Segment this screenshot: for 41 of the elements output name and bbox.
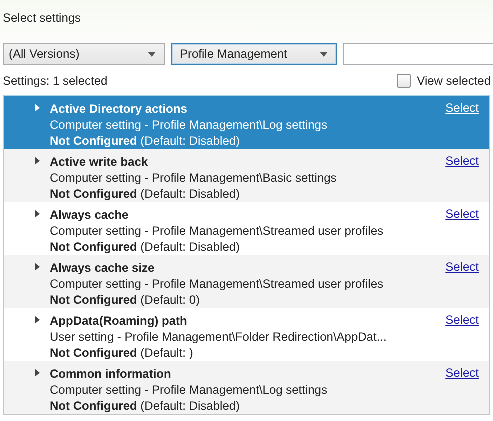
setting-name: Always cache size <box>50 260 156 276</box>
caret-icon <box>320 52 328 56</box>
setting-name: Active Directory actions <box>50 101 188 117</box>
setting-state: Not Configured (Default: Disabled) <box>50 133 242 149</box>
setting-path: Computer setting - Profile Management\Streamed user profiles <box>50 276 384 292</box>
setting-state: Not Configured (Default: Disabled) <box>50 398 242 414</box>
expand-icon[interactable] <box>35 263 40 271</box>
setting-state: Not Configured (Default: 0) <box>50 292 202 308</box>
select-link[interactable]: Select <box>446 260 479 274</box>
view-selected-checkbox[interactable]: View selected <box>397 74 491 88</box>
setting-path: Computer setting - Profile Management\Log settings <box>50 117 328 133</box>
version-dropdown[interactable]: (All Versions) <box>3 43 165 65</box>
setting-path: Computer setting - Profile Management\Log settings <box>50 382 328 398</box>
setting-name: AppData(Roaming) path <box>50 313 188 329</box>
settings-count: Settings: 1 selected <box>3 74 108 88</box>
setting-state: Not Configured (Default: Disabled) <box>50 186 242 202</box>
caret-icon <box>148 52 156 56</box>
select-link[interactable]: Select <box>446 207 479 221</box>
setting-name: Active write back <box>50 154 150 170</box>
expand-icon[interactable] <box>35 210 40 218</box>
setting-name: Common information <box>50 366 172 382</box>
setting-row[interactable]: Active write back Computer setting - Profile Management\Basic settings Not Configured (Default: Disabled) Select <box>4 149 489 202</box>
select-link[interactable]: Select <box>446 154 479 168</box>
setting-path: Computer setting - Profile Management\Basic settings <box>50 170 338 186</box>
setting-name: Always cache <box>50 207 130 223</box>
expand-icon[interactable] <box>35 157 40 165</box>
search-field[interactable] <box>343 43 493 65</box>
setting-path: Computer setting - Profile Management\Streamed user profiles <box>50 223 384 239</box>
setting-row[interactable]: Always cache size Computer setting - Profile Management\Streamed user profiles Not Configured (Default: 0) Select <box>4 255 489 308</box>
category-dropdown[interactable]: Profile Management <box>171 43 337 65</box>
select-link[interactable]: Select <box>446 366 479 380</box>
setting-path: User setting - Profile Management\Folder Redirection\AppDat... <box>50 329 388 345</box>
expand-icon[interactable] <box>35 369 40 377</box>
setting-state: Not Configured (Default: Disabled) <box>50 239 242 255</box>
setting-state: Not Configured (Default: ) <box>50 345 194 361</box>
section-heading: Select settings <box>3 11 82 27</box>
expand-icon[interactable] <box>35 316 40 324</box>
setting-row[interactable]: Common information Computer setting - Profile Management\Log settings Not Configured (Default: Disabled) Select <box>4 361 489 414</box>
setting-row[interactable]: Active Directory actions Computer setting - Profile Management\Log settings Not Configured (Default: Disabled) Select <box>4 96 489 149</box>
select-link[interactable]: Select <box>446 101 479 115</box>
select-link[interactable]: Select <box>446 313 479 327</box>
